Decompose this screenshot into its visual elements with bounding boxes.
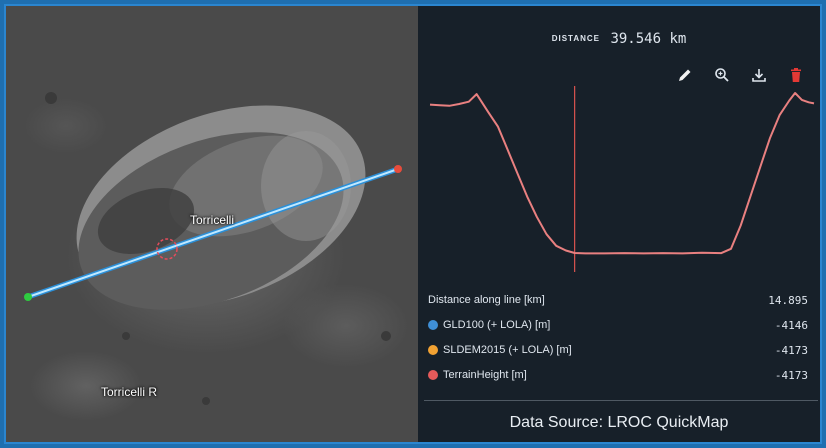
readout-series-value: -4173 [774, 343, 808, 357]
distance-key: DISTANCE [551, 34, 600, 44]
crater-bright-wall [261, 131, 351, 241]
readout-series-label: GLD100 (+ LOLA) [m] [443, 319, 551, 331]
gld100-dot-icon [428, 320, 438, 330]
readout-series-value: -4146 [774, 318, 808, 332]
readout-series-row: SLDEM2015 (+ LOLA) [m] -4173 [428, 341, 808, 359]
small-crater [45, 92, 57, 104]
sldem2015-dot-icon [428, 345, 438, 355]
terrain-height-series-line [429, 92, 815, 255]
distance-header: DISTANCE 39.546 km [418, 30, 820, 48]
readout-series-row: TerrainHeight [m] -4173 [428, 366, 808, 384]
line-end-handle[interactable] [394, 165, 402, 173]
divider [424, 400, 818, 401]
terrainheight-dot-icon [428, 370, 438, 380]
map-view[interactable]: Torricelli Torricelli R [6, 6, 418, 442]
readout-distance-label: Distance along line [km] [428, 294, 545, 306]
small-crater [381, 331, 391, 341]
readout-series-label: SLDEM2015 (+ LOLA) [m] [443, 344, 572, 356]
readout-series-row: GLD100 (+ LOLA) [m] -4146 [428, 316, 808, 334]
elevation-profile-panel: DISTANCE 39.546 km Distance along line [… [418, 6, 820, 442]
readout-distance-value: 14.895 [768, 293, 808, 307]
crater-label-torricelli: Torricelli [190, 213, 235, 227]
readout-series-label: TerrainHeight [m] [443, 369, 527, 381]
distance-value: 39.546 km [610, 30, 687, 47]
line-start-handle[interactable] [24, 293, 32, 301]
small-crater [122, 332, 130, 340]
data-source-label: Data Source: LROC QuickMap [509, 414, 729, 431]
readout-series-value: -4173 [774, 368, 808, 382]
elevation-profile-chart[interactable] [418, 80, 820, 280]
crater-label-torricelli-r: Torricelli R [101, 385, 158, 399]
readout-distance-row: Distance along line [km] 14.895 [428, 291, 808, 309]
app-frame: Torricelli Torricelli R DISTANCE 39.546 … [4, 4, 822, 444]
small-crater [202, 397, 210, 405]
